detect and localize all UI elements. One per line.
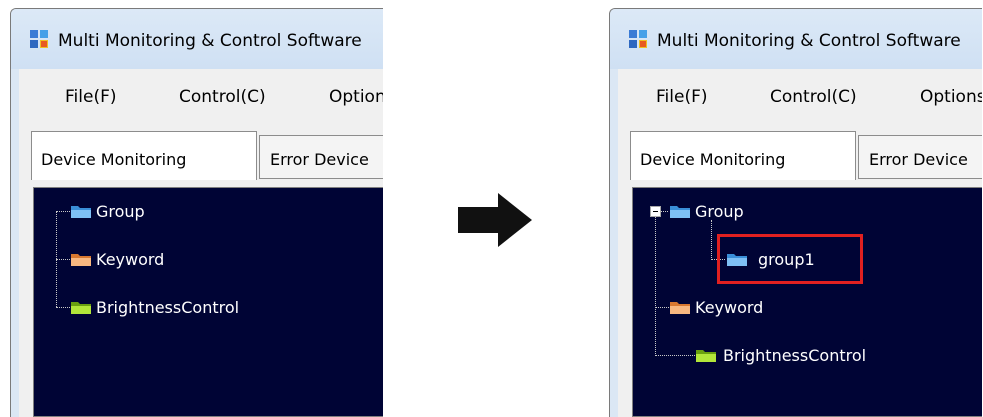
tab-strip: Error Device Device Monitoring xyxy=(618,125,982,180)
title-bar: Multi Monitoring & Control Software xyxy=(11,9,383,69)
tree-line xyxy=(56,259,70,260)
menu-control[interactable]: Control(C) xyxy=(179,87,266,107)
tree-line xyxy=(56,211,70,212)
menu-control[interactable]: Control(C) xyxy=(770,87,857,107)
device-tree[interactable]: Group Keyword BrightnessControl xyxy=(33,187,383,417)
folder-icon xyxy=(670,302,690,314)
tree-line xyxy=(660,211,668,212)
arrow-right-icon xyxy=(458,193,532,247)
tab-error-device[interactable]: Error Device xyxy=(259,135,383,179)
tree-node-group1[interactable]: group1 xyxy=(758,250,815,269)
folder-icon xyxy=(696,350,716,362)
folder-icon xyxy=(727,254,747,266)
collapse-icon[interactable] xyxy=(650,206,661,217)
tab-strip: Error Device Device Monitoring xyxy=(19,125,383,180)
tree-line xyxy=(655,216,656,354)
tree-node-brightness-control[interactable]: BrightnessControl xyxy=(96,298,239,317)
menu-file[interactable]: File(F) xyxy=(65,87,117,107)
tab-panel: Group group1 Keyword BrightnessControl xyxy=(618,179,982,417)
tree-node-group[interactable]: Group xyxy=(96,202,145,221)
menu-bar: File(F) Control(C) Options xyxy=(618,69,982,125)
device-tree[interactable]: Group group1 Keyword BrightnessControl xyxy=(632,187,982,417)
menu-bar: File(F) Control(C) Options xyxy=(19,69,383,125)
menu-options[interactable]: Options xyxy=(920,87,982,107)
menu-options[interactable]: Options xyxy=(329,87,383,107)
folder-icon xyxy=(71,302,91,314)
app-window-after: Multi Monitoring & Control Software File… xyxy=(609,8,982,417)
folder-icon xyxy=(670,206,690,218)
tree-line xyxy=(711,220,712,260)
title-bar: Multi Monitoring & Control Software xyxy=(610,9,982,69)
tab-device-monitoring[interactable]: Device Monitoring xyxy=(31,131,257,180)
tab-device-monitoring[interactable]: Device Monitoring xyxy=(630,131,856,180)
tab-error-device[interactable]: Error Device xyxy=(858,135,982,179)
tree-line xyxy=(56,307,70,308)
menu-file[interactable]: File(F) xyxy=(656,87,708,107)
tab-panel: Group Keyword BrightnessControl xyxy=(19,179,383,417)
tree-line xyxy=(655,355,695,356)
tree-line xyxy=(655,307,669,308)
app-window-before: Multi Monitoring & Control Software File… xyxy=(10,8,383,417)
tree-node-group[interactable]: Group xyxy=(695,202,744,221)
folder-icon xyxy=(71,206,91,218)
window-title: Multi Monitoring & Control Software xyxy=(657,31,961,51)
app-icon xyxy=(30,30,48,48)
app-icon xyxy=(629,30,647,48)
window-title: Multi Monitoring & Control Software xyxy=(58,31,362,51)
tree-node-keyword[interactable]: Keyword xyxy=(96,250,164,269)
folder-icon xyxy=(71,254,91,266)
tree-node-brightness-control[interactable]: BrightnessControl xyxy=(723,346,866,365)
tree-node-keyword[interactable]: Keyword xyxy=(695,298,763,317)
